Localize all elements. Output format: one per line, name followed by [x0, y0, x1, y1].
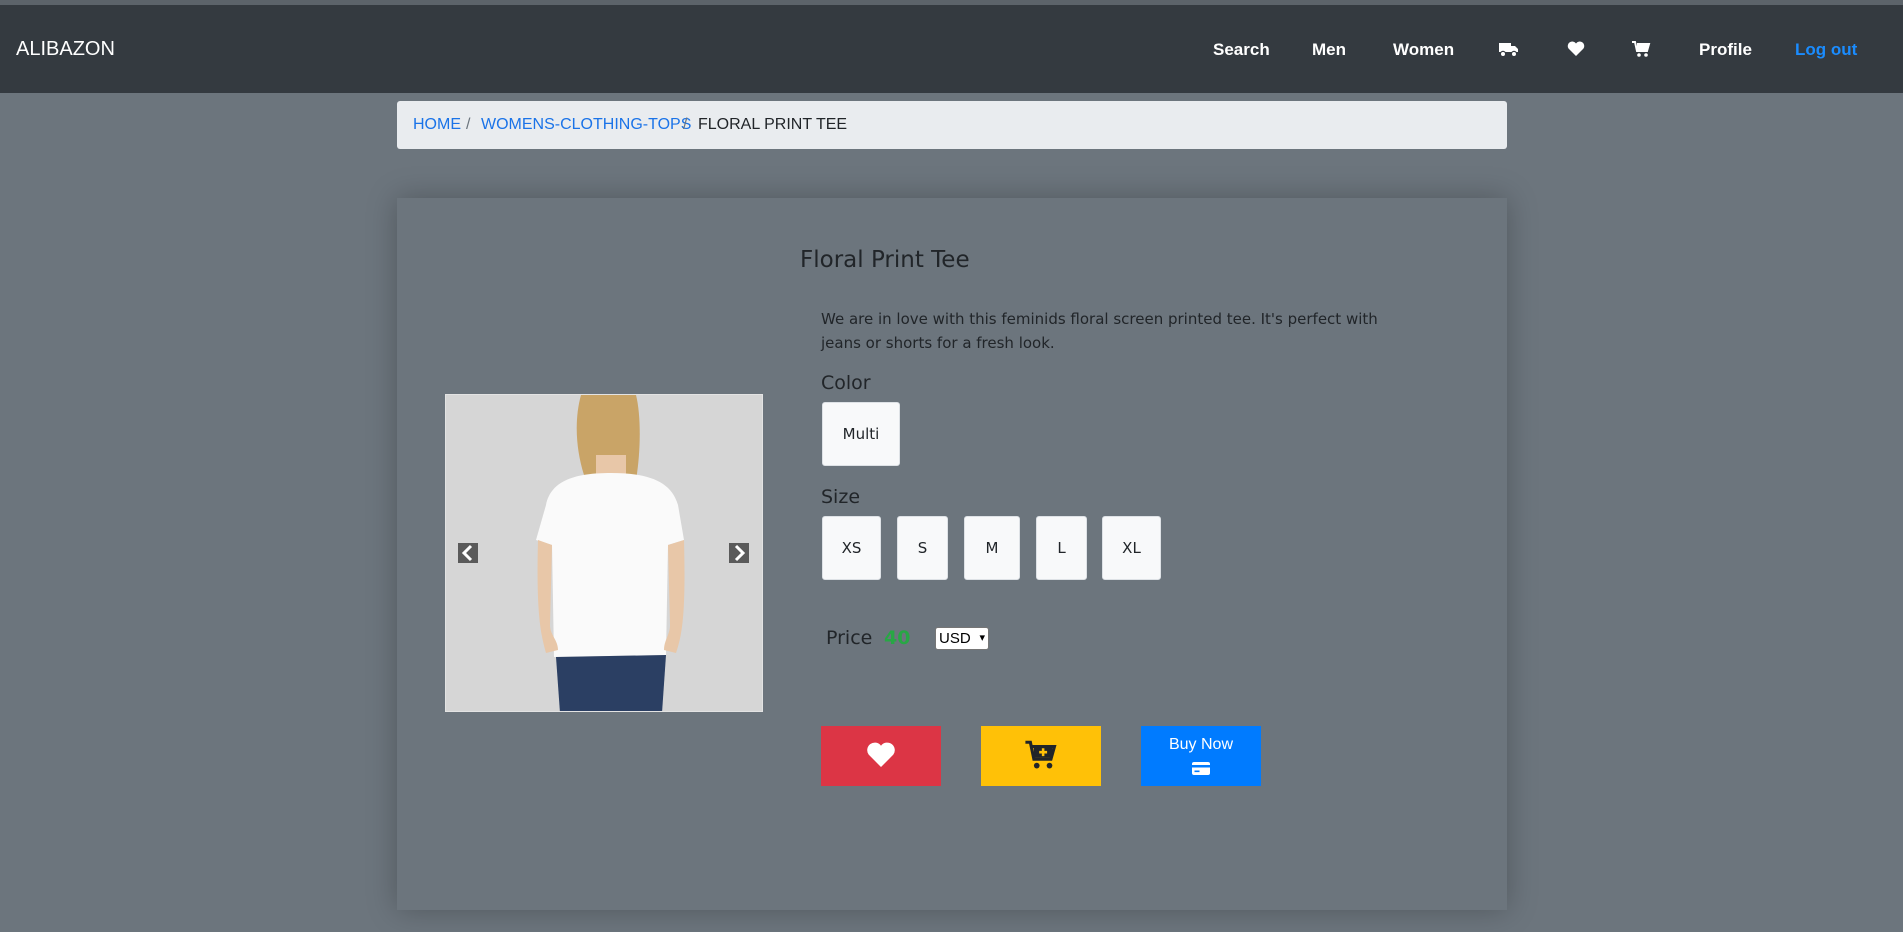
- chevron-left-icon: [461, 544, 473, 562]
- size-label: Size: [821, 486, 861, 508]
- nav-profile[interactable]: Profile: [1699, 40, 1752, 60]
- cart-icon[interactable]: [1631, 39, 1655, 61]
- price-value: 40: [884, 627, 911, 649]
- buy-now-button[interactable]: Buy Now: [1141, 726, 1261, 786]
- breadcrumb-home[interactable]: HOME: [413, 116, 461, 134]
- truck-icon[interactable]: [1498, 39, 1522, 61]
- add-to-wishlist-button[interactable]: [821, 726, 941, 786]
- brand-logo[interactable]: ALIBAZON: [16, 38, 115, 61]
- carousel-prev-button[interactable]: [458, 543, 478, 563]
- breadcrumb-separator: /: [466, 116, 471, 133]
- product-title: Floral Print Tee: [800, 247, 970, 273]
- breadcrumb-category[interactable]: WOMENS-CLOTHING-TOPS: [481, 116, 691, 134]
- heart-icon[interactable]: [1566, 39, 1590, 61]
- breadcrumb: HOME / WOMENS-CLOTHING-TOPS / FLORAL PRI…: [397, 101, 1507, 149]
- breadcrumb-current: FLORAL PRINT TEE: [698, 116, 848, 133]
- product-description: We are in love with this feminids floral…: [821, 310, 1378, 352]
- product-image-carousel: [445, 394, 763, 712]
- price-label: Price: [826, 627, 873, 649]
- nav-logout[interactable]: Log out: [1795, 40, 1857, 60]
- navbar: ALIBAZON Search Men Women Profile Log ou…: [0, 5, 1903, 93]
- carousel-next-button[interactable]: [729, 543, 749, 563]
- add-to-cart-button[interactable]: [981, 726, 1101, 786]
- buy-now-label: Buy Now: [1168, 736, 1234, 753]
- size-option-xs[interactable]: XS: [822, 516, 881, 580]
- currency-select[interactable]: USD ▾: [935, 627, 989, 650]
- size-option-l[interactable]: L: [1036, 516, 1087, 580]
- nav-men[interactable]: Men: [1312, 40, 1346, 60]
- size-option-xl[interactable]: XL: [1102, 516, 1161, 580]
- cart-plus-icon: [1025, 740, 1057, 768]
- heart-icon: [867, 742, 895, 767]
- chevron-down-icon: ▾: [979, 632, 985, 644]
- credit-card-icon: [1192, 762, 1210, 775]
- color-option-multi[interactable]: Multi: [822, 402, 900, 466]
- size-option-s[interactable]: S: [897, 516, 948, 580]
- currency-value: USD: [939, 630, 971, 647]
- product-photo: [446, 395, 762, 711]
- chevron-right-icon: [734, 544, 746, 562]
- color-label: Color: [821, 372, 871, 394]
- nav-women[interactable]: Women: [1393, 40, 1454, 60]
- breadcrumb-separator: /: [683, 116, 688, 133]
- nav-search[interactable]: Search: [1213, 40, 1270, 60]
- size-option-m[interactable]: M: [964, 516, 1020, 580]
